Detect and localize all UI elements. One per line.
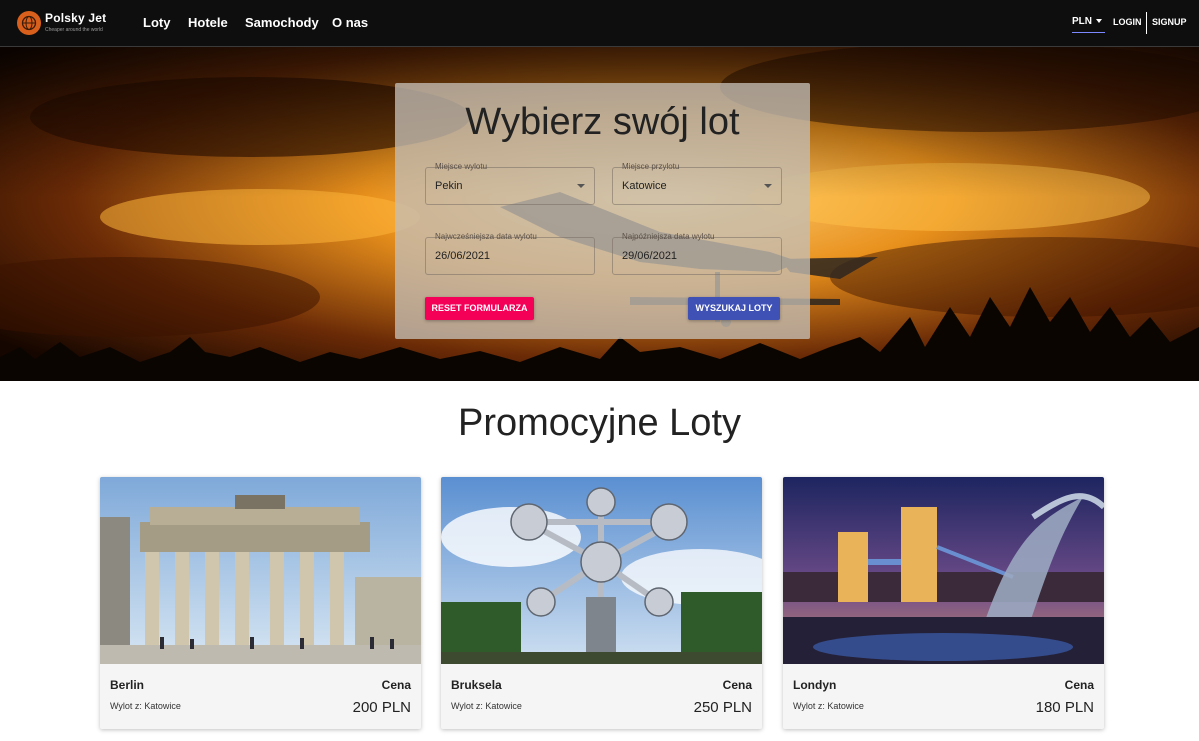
latest-date-value: 29/06/2021 [622, 250, 678, 262]
chevron-down-icon [1096, 19, 1102, 24]
logo-globe-icon[interactable] [17, 11, 41, 35]
auth-divider [1146, 12, 1147, 34]
card-origin: Wylot z: Katowice [451, 701, 522, 711]
nav-link-hotels[interactable]: Hotele [188, 15, 228, 30]
departure-value: Pekin [435, 180, 463, 192]
search-title: Wybierz swój lot [465, 101, 740, 143]
arrival-value: Katowice [622, 180, 667, 192]
brand-name[interactable]: Polsky Jet [45, 11, 106, 25]
arrival-select[interactable]: Miejsce przylotu Katowice [612, 162, 782, 205]
login-link[interactable]: LOGIN [1113, 17, 1142, 27]
card-price-label: Cena [381, 678, 411, 692]
card-price: 180 PLN [1035, 699, 1094, 716]
nav-link-cars[interactable]: Samochody [245, 15, 319, 30]
card-price-label: Cena [722, 678, 752, 692]
reset-form-button[interactable]: RESET FORMULARZA [425, 297, 534, 320]
brussels-image [441, 477, 762, 664]
promo-section-title: Promocyjne Loty [457, 402, 741, 444]
departure-label: Miejsce wylotu [435, 162, 488, 171]
nav-link-about[interactable]: O nas [332, 15, 368, 30]
chevron-down-icon [577, 184, 585, 188]
brand-tagline: Cheaper around the world [45, 27, 103, 33]
departure-select[interactable]: Miejsce wylotu Pekin [425, 162, 595, 205]
card-city: Bruksela [451, 678, 502, 692]
flight-search-panel: Wybierz swój lot Miejsce wylotu Pekin Mi… [395, 83, 810, 339]
top-navbar: Polsky Jet Cheaper around the world Loty… [0, 0, 1199, 47]
card-origin: Wylot z: Katowice [110, 701, 181, 711]
latest-date-field[interactable]: Najpóźniejsza data wylotu 29/06/2021 [612, 232, 782, 275]
london-image [783, 477, 1104, 664]
nav-link-flights[interactable]: Loty [143, 15, 170, 30]
latest-date-label: Najpóźniejsza data wylotu [622, 232, 715, 241]
card-price: 200 PLN [352, 699, 411, 716]
search-flights-button[interactable]: WYSZUKAJ LOTY [688, 297, 780, 320]
card-city: Londyn [793, 678, 837, 692]
card-price: 250 PLN [693, 699, 752, 716]
earliest-date-value: 26/06/2021 [435, 250, 491, 262]
arrival-label: Miejsce przylotu [622, 162, 680, 171]
earliest-date-label: Najwcześniejsza data wylotu [435, 232, 537, 241]
chevron-down-icon [764, 184, 772, 188]
card-city: Berlin [110, 678, 145, 692]
currency-value: PLN [1072, 16, 1092, 27]
earliest-date-field[interactable]: Najwcześniejsza data wylotu 26/06/2021 [425, 232, 595, 275]
currency-select[interactable]: PLN [1072, 16, 1105, 33]
card-origin: Wylot z: Katowice [793, 701, 864, 711]
globe-icon [21, 15, 37, 31]
promo-card-london[interactable]: Londyn Cena Wylot z: Katowice 180 PLN [783, 477, 1104, 729]
signup-link[interactable]: SIGNUP [1152, 17, 1187, 27]
berlin-image [100, 477, 421, 664]
promo-card-berlin[interactable]: Berlin Cena Wylot z: Katowice 200 PLN [100, 477, 421, 729]
card-price-label: Cena [1064, 678, 1094, 692]
promo-card-brussels[interactable]: Bruksela Cena Wylot z: Katowice 250 PLN [441, 477, 762, 729]
